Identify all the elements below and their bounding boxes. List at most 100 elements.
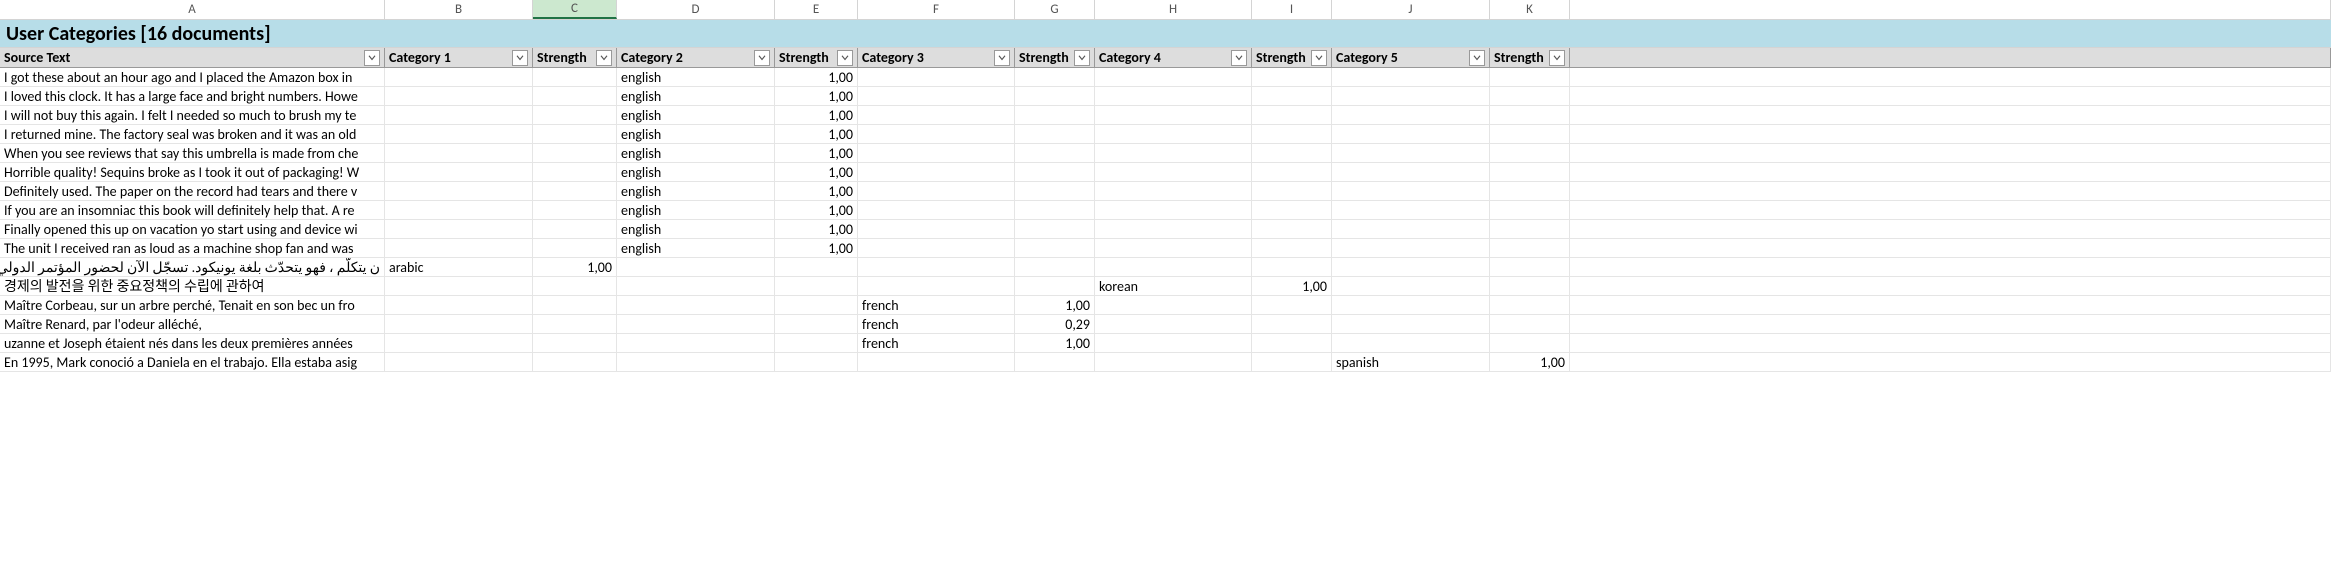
cell[interactable] bbox=[1490, 277, 1570, 295]
cell[interactable]: 1,00 bbox=[775, 220, 858, 238]
filter-icon[interactable] bbox=[596, 50, 612, 66]
col-header-E[interactable]: E bbox=[775, 0, 858, 19]
cell[interactable] bbox=[533, 353, 617, 371]
cell[interactable] bbox=[1332, 239, 1490, 257]
cell[interactable] bbox=[1015, 68, 1095, 86]
cell[interactable] bbox=[1332, 334, 1490, 352]
cell[interactable]: english bbox=[617, 239, 775, 257]
cell[interactable] bbox=[385, 201, 533, 219]
cell[interactable] bbox=[1490, 125, 1570, 143]
cell[interactable]: arabic bbox=[385, 258, 533, 276]
cell[interactable] bbox=[385, 106, 533, 124]
cell[interactable] bbox=[385, 277, 533, 295]
cell[interactable] bbox=[1015, 353, 1095, 371]
cell[interactable] bbox=[533, 68, 617, 86]
cell[interactable] bbox=[1570, 277, 2331, 295]
filter-icon[interactable] bbox=[512, 50, 528, 66]
cell[interactable]: 1,00 bbox=[1490, 353, 1570, 371]
cell[interactable] bbox=[775, 277, 858, 295]
table-row[interactable]: Maître Corbeau, sur un arbre perché, Ten… bbox=[0, 296, 2331, 315]
cell[interactable] bbox=[1332, 277, 1490, 295]
cell[interactable] bbox=[1570, 182, 2331, 200]
col-header-I[interactable]: I bbox=[1252, 0, 1332, 19]
cell[interactable] bbox=[533, 144, 617, 162]
cell[interactable] bbox=[1570, 144, 2331, 162]
filter-icon[interactable] bbox=[1469, 50, 1485, 66]
cell[interactable]: uzanne et Joseph étaient nés dans les de… bbox=[0, 334, 385, 352]
cell[interactable] bbox=[1490, 87, 1570, 105]
cell[interactable] bbox=[1252, 87, 1332, 105]
cell[interactable]: The unit I received ran as loud as a mac… bbox=[0, 239, 385, 257]
header-str5[interactable]: Strength bbox=[1490, 48, 1570, 67]
table-row[interactable]: 경제의 발전을 위한 중요정책의 수립에 관하여korean1,00 bbox=[0, 277, 2331, 296]
col-header-K[interactable]: K bbox=[1490, 0, 1570, 19]
cell[interactable] bbox=[533, 334, 617, 352]
cell[interactable]: 1,00 bbox=[775, 144, 858, 162]
cell[interactable] bbox=[385, 239, 533, 257]
table-row[interactable]: Definitely used. The paper on the record… bbox=[0, 182, 2331, 201]
cell[interactable] bbox=[1570, 220, 2331, 238]
cell[interactable]: 1,00 bbox=[775, 106, 858, 124]
cell[interactable]: english bbox=[617, 163, 775, 181]
filter-icon[interactable] bbox=[1549, 50, 1565, 66]
cell[interactable] bbox=[858, 144, 1015, 162]
col-header-J[interactable]: J bbox=[1332, 0, 1490, 19]
cell[interactable] bbox=[1490, 239, 1570, 257]
cell[interactable] bbox=[1252, 163, 1332, 181]
cell[interactable] bbox=[1332, 144, 1490, 162]
cell[interactable] bbox=[858, 125, 1015, 143]
cell[interactable] bbox=[1490, 258, 1570, 276]
cell[interactable] bbox=[858, 353, 1015, 371]
header-str3[interactable]: Strength bbox=[1015, 48, 1095, 67]
cell[interactable] bbox=[775, 296, 858, 314]
cell[interactable] bbox=[385, 353, 533, 371]
cell[interactable] bbox=[1015, 239, 1095, 257]
cell[interactable] bbox=[858, 106, 1015, 124]
cell[interactable] bbox=[617, 334, 775, 352]
cell[interactable] bbox=[1095, 258, 1252, 276]
cell[interactable]: I loved this clock. It has a large face … bbox=[0, 87, 385, 105]
cell[interactable] bbox=[1015, 106, 1095, 124]
cell[interactable]: english bbox=[617, 68, 775, 86]
cell[interactable]: 1,00 bbox=[775, 68, 858, 86]
cell[interactable]: 1,00 bbox=[775, 163, 858, 181]
cell[interactable] bbox=[858, 258, 1015, 276]
cell[interactable]: I got these about an hour ago and I plac… bbox=[0, 68, 385, 86]
cell[interactable] bbox=[1490, 68, 1570, 86]
cell[interactable] bbox=[858, 87, 1015, 105]
cell[interactable] bbox=[775, 258, 858, 276]
cell[interactable] bbox=[1015, 220, 1095, 238]
cell[interactable] bbox=[1095, 353, 1252, 371]
cell[interactable]: ن يتكلّم ، فهو يتحدّث بلغة يونيكود. تسجّ… bbox=[0, 258, 385, 276]
cell[interactable] bbox=[1490, 106, 1570, 124]
cell[interactable] bbox=[858, 201, 1015, 219]
cell[interactable] bbox=[775, 334, 858, 352]
table-row[interactable]: ن يتكلّم ، فهو يتحدّث بلغة يونيكود. تسجّ… bbox=[0, 258, 2331, 277]
table-row[interactable]: Finally opened this up on vacation yo st… bbox=[0, 220, 2331, 239]
table-row[interactable]: uzanne et Joseph étaient nés dans les de… bbox=[0, 334, 2331, 353]
table-row[interactable]: The unit I received ran as loud as a mac… bbox=[0, 239, 2331, 258]
cell[interactable] bbox=[385, 220, 533, 238]
cell[interactable] bbox=[1095, 87, 1252, 105]
cell[interactable] bbox=[1332, 106, 1490, 124]
cell[interactable] bbox=[1490, 201, 1570, 219]
header-str2[interactable]: Strength bbox=[775, 48, 858, 67]
cell[interactable] bbox=[1095, 182, 1252, 200]
cell[interactable] bbox=[1095, 125, 1252, 143]
table-row[interactable]: I got these about an hour ago and I plac… bbox=[0, 68, 2331, 87]
cell[interactable] bbox=[858, 68, 1015, 86]
table-row[interactable]: Horrible quality! Sequins broke as I too… bbox=[0, 163, 2331, 182]
cell[interactable] bbox=[617, 315, 775, 333]
table-row[interactable]: I will not buy this again. I felt I need… bbox=[0, 106, 2331, 125]
cell[interactable] bbox=[1095, 296, 1252, 314]
header-cat5[interactable]: Category 5 bbox=[1332, 48, 1490, 67]
cell[interactable]: 1,00 bbox=[1015, 296, 1095, 314]
cell[interactable]: Horrible quality! Sequins broke as I too… bbox=[0, 163, 385, 181]
cell[interactable]: english bbox=[617, 106, 775, 124]
cell[interactable] bbox=[1490, 315, 1570, 333]
cell[interactable] bbox=[385, 334, 533, 352]
cell[interactable] bbox=[533, 315, 617, 333]
col-header-G[interactable]: G bbox=[1015, 0, 1095, 19]
cell[interactable] bbox=[1570, 201, 2331, 219]
cell[interactable] bbox=[1252, 125, 1332, 143]
